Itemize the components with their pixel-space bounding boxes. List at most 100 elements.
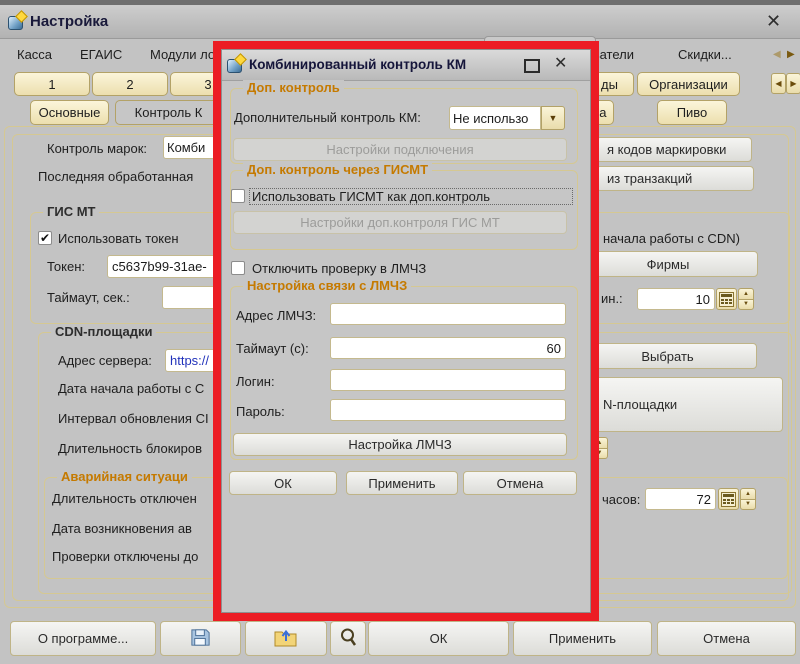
tab-egais[interactable]: ЕГАИС <box>80 47 122 62</box>
date-spinner[interactable]: ▲ ▼ <box>591 437 608 459</box>
hours-spin-up-icon[interactable]: ▲ <box>740 488 756 500</box>
dialog-title: Комбинированный контроль КМ <box>249 57 466 72</box>
date-spin-up-icon[interactable]: ▲ <box>591 437 608 449</box>
disable-lmchz-checkbox[interactable] <box>231 261 245 275</box>
off-duration-label: Длительность отключен <box>52 491 197 506</box>
timeout-sec-label: Таймаут, сек.: <box>47 290 130 305</box>
settings-window: Настройка ✕ Касса ЕГАИС Модули лог ьзова… <box>0 0 800 664</box>
min-spin-down-icon[interactable]: ▼ <box>738 299 754 311</box>
dialog-titlebar: Комбинированный контроль КМ ✕ <box>222 50 590 81</box>
lmchz-password-label: Пароль: <box>236 404 285 419</box>
dialog-close-icon[interactable]: ✕ <box>554 55 567 73</box>
tabs-scroll-right-icon[interactable]: ▶ <box>787 49 795 60</box>
marking-codes-button[interactable]: я кодов маркировки <box>596 137 752 162</box>
min-calculator-icon[interactable] <box>716 288 737 310</box>
hours-calculator-icon[interactable] <box>718 488 739 510</box>
token-input[interactable] <box>107 255 219 278</box>
server-address-label: Адрес сервера: <box>58 353 152 368</box>
save-button[interactable] <box>160 621 241 656</box>
use-gismt-checkbox[interactable] <box>231 189 245 203</box>
tabs-scroll-left-icon[interactable]: ◀ <box>773 49 781 60</box>
tab-pivo[interactable]: Пиво <box>657 100 727 125</box>
search-icon <box>339 627 358 651</box>
emergency-date-label: Дата возникновения ав <box>52 521 192 536</box>
tab-2[interactable]: 2 <box>92 72 168 96</box>
use-gismt-label[interactable]: Использовать ГИСМТ как доп.контроль <box>249 188 573 205</box>
tab-osnovnye[interactable]: Основные <box>30 100 109 125</box>
lmchz-password-input[interactable] <box>330 399 566 421</box>
get-cdn-sites-button[interactable]: N-площадки <box>578 377 783 432</box>
numtabs-scroll-left-icon[interactable]: ◀ <box>771 73 786 94</box>
maximize-icon[interactable] <box>524 59 540 73</box>
gismt-settings-button: Настройки доп.контроля ГИС МТ <box>233 211 567 234</box>
transactions-button[interactable]: из транзакций <box>596 166 754 191</box>
dop-control-title: Доп. контроль <box>243 80 344 95</box>
numtabs-scroll-right-icon[interactable]: ▶ <box>786 73 800 94</box>
date-spin-down-icon[interactable]: ▼ <box>591 448 608 460</box>
tab-dy-partial[interactable]: ды <box>585 72 634 96</box>
dialog-ok-button[interactable]: ОК <box>229 471 337 495</box>
tab-kontrol-k[interactable]: Контроль К <box>115 100 222 125</box>
lmchz-login-input[interactable] <box>330 369 566 391</box>
block-duration-label: Длительность блокиров <box>58 441 202 456</box>
emergency-group-title: Аварийная ситуаци <box>57 469 192 484</box>
lmchz-address-label: Адрес ЛМЧЗ: <box>236 308 316 323</box>
hours-spinner[interactable]: ▲ ▼ <box>740 488 756 510</box>
search-button[interactable] <box>330 621 366 656</box>
use-token-label: Использовать токен <box>58 231 179 246</box>
server-address-input[interactable] <box>165 349 219 372</box>
dop-control-combo-dropdown-icon[interactable]: ▼ <box>541 106 565 130</box>
lmchz-address-input[interactable] <box>330 303 566 325</box>
dop-control-label: Дополнительный контроль КМ: <box>234 110 421 125</box>
disable-lmchz-label: Отключить проверку в ЛМЧЗ <box>252 261 426 276</box>
folder-up-icon <box>273 625 299 652</box>
dialog-cancel-button[interactable]: Отмена <box>463 471 577 495</box>
hours-spin-down-icon[interactable]: ▼ <box>740 499 756 511</box>
lmchz-settings-button[interactable]: Настройка ЛМЧЗ <box>233 433 567 456</box>
main-titlebar: Настройка ✕ <box>0 5 800 39</box>
main-ok-button[interactable]: ОК <box>368 621 509 656</box>
min-spinner[interactable]: ▲ ▼ <box>738 288 754 310</box>
min-spin-up-icon[interactable]: ▲ <box>738 288 754 300</box>
mark-control-label: Контроль марок: <box>47 141 147 156</box>
firms-button[interactable]: Фирмы <box>578 251 758 277</box>
connection-settings-button: Настройки подключения <box>233 138 567 161</box>
cdn-group-title: CDN-площадки <box>51 324 156 339</box>
token-label: Токен: <box>47 259 85 274</box>
min-input[interactable] <box>637 288 715 310</box>
tab-kassa[interactable]: Касса <box>17 47 52 62</box>
gismt-group: Доп. контроль через ГИСМТ <box>230 170 578 250</box>
tab-1[interactable]: 1 <box>14 72 90 96</box>
hours-label: часов: <box>602 492 640 507</box>
dialog-icon <box>227 55 246 73</box>
main-cancel-button[interactable]: Отмена <box>657 621 796 656</box>
about-button[interactable]: О программе... <box>10 621 156 656</box>
select-button[interactable]: Выбрать <box>578 343 757 369</box>
tab-moduli[interactable]: Модули лог <box>150 47 220 62</box>
use-token-checkbox[interactable]: ✔ <box>38 231 52 245</box>
last-processed-label: Последняя обработанная <box>38 169 193 184</box>
close-icon[interactable]: ✕ <box>766 12 781 30</box>
cdn-note-label: начала работы с CDN) <box>603 231 740 246</box>
lmchz-timeout-input[interactable] <box>330 337 566 359</box>
cdn-start-date-label: Дата начала работы с C <box>58 381 204 396</box>
mark-control-combo[interactable]: Комби <box>163 136 221 159</box>
main-apply-button[interactable]: Применить <box>513 621 652 656</box>
save-icon <box>189 626 212 652</box>
hours-input[interactable] <box>645 488 716 510</box>
app-icon <box>8 12 27 30</box>
cdn-interval-label: Интервал обновления CI <box>58 411 209 426</box>
dop-control-combo[interactable]: Не использо <box>449 106 541 130</box>
tab-skidki[interactable]: Скидки... <box>678 47 732 62</box>
combined-control-dialog: Комбинированный контроль КМ ✕ Доп. контр… <box>221 49 591 613</box>
dialog-apply-button[interactable]: Применить <box>346 471 458 495</box>
gismt-group-title: Доп. контроль через ГИСМТ <box>243 162 432 177</box>
lmchz-group-title: Настройка связи с ЛМЧЗ <box>243 278 411 293</box>
checks-off-label: Проверки отключены до <box>52 549 198 564</box>
open-folder-button[interactable] <box>245 621 327 656</box>
lmchz-timeout-label: Таймаут (с): <box>236 341 309 356</box>
tab-organizations[interactable]: Организации <box>637 72 740 96</box>
min-label: ин.: <box>601 291 623 306</box>
window-title: Настройка <box>30 13 108 30</box>
timeout-sec-input[interactable] <box>162 286 218 309</box>
